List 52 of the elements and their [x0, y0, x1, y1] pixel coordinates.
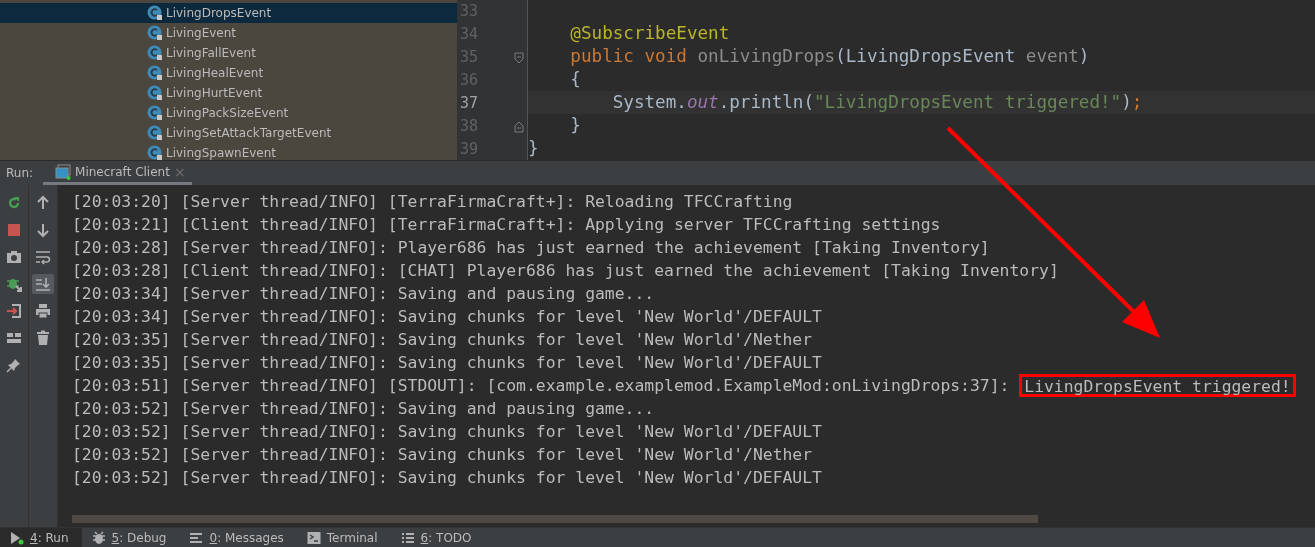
tree-item[interactable]: LivingSpawnEvent — [0, 143, 457, 160]
log-line: [20:03:51] [Server thread/INFO] [STDOUT]: [com.example.examplemod.ExampleMod:onLivingDrops:37]: — [72, 375, 1010, 397]
log-line: [20:03:52] [Server thread/INFO]: Saving chunks for level 'New World'/Nether — [72, 444, 813, 466]
log-line: [20:03:21] [Client thread/INFO] [TerraFirmaCraft+]: Applying server TFCCrafting settings — [72, 214, 941, 236]
highlighted-text: LivingDropsEvent triggered! — [1019, 374, 1296, 397]
class-icon — [147, 5, 163, 21]
log-line: [20:03:35] [Server thread/INFO]: Saving chunks for level 'New World'/DEFAULT — [72, 352, 822, 374]
tree-item[interactable]: LivingDropsEvent — [0, 3, 457, 23]
tool-window-tab[interactable]: 5: Debug — [81, 528, 180, 547]
window-icon — [55, 163, 72, 180]
log-line: [20:03:35] [Server thread/INFO]: Saving chunks for level 'New World'/Nether — [72, 329, 813, 351]
class-icon — [147, 25, 163, 41]
log-line: [20:03:34] [Server thread/INFO]: Saving chunks for level 'New World'/DEFAULT — [72, 306, 822, 328]
tree-item[interactable]: LivingEvent — [0, 23, 457, 43]
code-line: public void onLivingDrops(LivingDropsEvent event) — [569, 46, 1090, 66]
log-line: [20:03:28] [Client thread/INFO]: [CHAT] Player686 has just earned the achievement [Taking Inventory] — [72, 260, 1059, 282]
log-line: [20:03:34] [Server thread/INFO]: Saving and pausing game... — [72, 283, 655, 305]
fold-marker-icon[interactable] — [514, 51, 524, 64]
run-label: Run: — [5, 166, 35, 180]
class-icon — [147, 65, 163, 81]
tree-item[interactable]: LivingHealEvent — [0, 63, 457, 83]
tool-window-tab[interactable]: 0: Messages — [179, 528, 297, 547]
class-icon — [147, 125, 163, 141]
line-number: 37 — [460, 93, 479, 114]
log-line: [20:03:20] [Server thread/INFO] [TerraFirmaCraft+]: Reloading TFCCrafting — [72, 191, 793, 213]
class-icon — [147, 145, 163, 160]
code-line: System.out.println("LivingDropsEvent triggered!"); — [611, 92, 1143, 112]
fold-marker-icon[interactable] — [514, 120, 524, 133]
class-icon — [147, 45, 163, 61]
tool-window-tab[interactable]: Terminal — [296, 528, 391, 547]
class-icon — [147, 85, 163, 101]
scrollbar[interactable] — [72, 515, 1038, 523]
class-icon — [147, 105, 163, 121]
tool-window-tab[interactable]: 6: TODO — [390, 528, 485, 547]
tree-item[interactable]: LivingHurtEvent — [0, 83, 457, 103]
run-icon — [10, 530, 24, 545]
log-line: [20:03:52] [Server thread/INFO]: Saving chunks for level 'New World'/DEFAULT — [72, 467, 822, 489]
log-line: [20:03:52] [Server thread/INFO]: Saving and pausing game... — [72, 398, 655, 420]
scroll-to-end-icon[interactable] — [32, 274, 54, 294]
list-icon — [400, 530, 415, 545]
code-line: } — [569, 115, 581, 135]
log-line: [20:03:28] [Server thread/INFO]: Player686 has just earned the achievement [Taking Inventory] — [72, 237, 990, 259]
code-line: @SubscribeEvent — [569, 23, 730, 43]
lines-icon — [189, 530, 204, 545]
tree-item[interactable]: LivingPackSizeEvent — [0, 103, 457, 123]
code-line: } — [528, 138, 539, 158]
tool-window-tab[interactable]: 4: Run — [0, 528, 82, 547]
tree-item[interactable]: LivingFallEvent — [0, 43, 457, 63]
log-line: [20:03:52] [Server thread/INFO]: Saving chunks for level 'New World'/DEFAULT — [72, 421, 822, 443]
code-line: { — [569, 69, 581, 89]
bug-icon — [91, 530, 106, 545]
tree-item[interactable]: LivingSetAttackTargetEvent — [0, 123, 457, 143]
